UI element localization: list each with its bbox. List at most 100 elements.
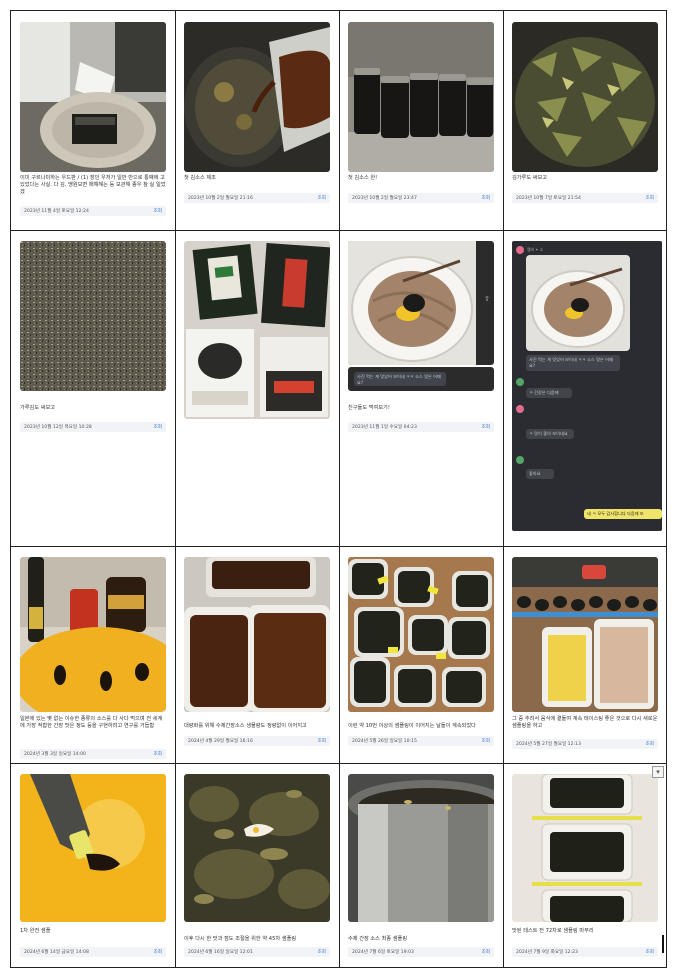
card-9[interactable]: 일본에 있는 몇 없는 이슈한 종류의 소스를 다 사다 먹으며 전 세계에 가… xyxy=(11,546,175,763)
date-text: 2024년 6월 14일 금요일 14:08 xyxy=(24,950,89,955)
scroll-indicator xyxy=(662,935,664,953)
card-13[interactable]: 1차 완전 샘플 2024년 6월 14일 금요일 14:08 조회 xyxy=(11,763,175,969)
date-bar: 2023년 10월 7일 토요일 21:54 조회 xyxy=(512,193,658,203)
date-bar: 2023년 10월 12일 목요일 10:28 조회 xyxy=(20,422,166,432)
card-16[interactable]: 맛된 테스트 전 72차로 샘플링 마무리 2024년 7월 9일 화요일 12… xyxy=(503,763,667,969)
date-text: 2023년 11월 4일 토요일 12:24 xyxy=(24,209,89,214)
photo-pouring-sauce xyxy=(184,22,330,172)
caption: 대량화를 위해 수제간장소스 생물량도 정량없이 이어지고 xyxy=(184,723,307,729)
view-link[interactable]: 조회 xyxy=(482,424,490,430)
date-text: 2024년 3월 3일 일요일 14:00 xyxy=(24,752,86,757)
date-text: 2023년 10월 7일 토요일 21:54 xyxy=(516,196,581,201)
date-bar: 2023년 10월 2일 월요일 21:16 조회 xyxy=(184,193,330,203)
date-bar: 2024년 3월 3일 일요일 14:00 조회 xyxy=(20,749,166,759)
caption: 친구들도 먹여보기! xyxy=(348,405,390,411)
photo-sample-tubs xyxy=(348,557,494,712)
date-bar: 2024년 6월 16일 일요일 12:01 조회 xyxy=(184,947,330,957)
view-link[interactable]: 조회 xyxy=(154,424,162,430)
card-1[interactable]: 이미 구르나미하는 우드판 / (1) 장인 우저가 일반 반으로 통째에 고 … xyxy=(11,11,175,230)
photo-seaweed-flakes xyxy=(512,22,658,172)
date-bar: 2024년 5월 27일 월요일 12:13 조회 xyxy=(512,739,658,749)
date-text: 2024년 4월 29일 월요일 16:16 xyxy=(188,739,253,744)
chat-bubble: 사진 먹는 게 맛있어 보이네 ㅋㅋ 소스 맛은 어때요? xyxy=(526,355,620,371)
avatar xyxy=(516,456,524,464)
date-text: 2024년 5월 27일 월요일 12:13 xyxy=(516,742,581,747)
my-chat-bubble: 네 ㅋ 모두 감사합니다 다음에 또 xyxy=(584,509,662,519)
view-link[interactable]: 조회 xyxy=(482,949,490,955)
date-bar: 2023년 10월 2일 월요일 23:47 조회 xyxy=(348,193,494,203)
card-7[interactable]: ⇧ 사진 먹는 게 맛있어 보이네 ㅋㅋ 소스 맛은 어때요? 친구들도 먹여보… xyxy=(339,230,503,546)
date-text: 2024년 7월 6일 토요일 19:03 xyxy=(352,950,414,955)
caption: 맛된 테스트 전 72차로 샘플링 마무리 xyxy=(512,928,594,934)
photo-sauce-jars xyxy=(348,22,494,172)
card-2[interactable]: 첫 김소스 제조 2023년 10월 2일 월요일 21:16 조회 xyxy=(175,11,339,230)
card-10[interactable]: 대량화를 위해 수제간장소스 생물량도 정량없이 이어지고 2024년 4월 2… xyxy=(175,546,339,763)
date-bar: 2024년 7월 9일 화요일 12:23 조회 xyxy=(512,947,658,957)
card-14[interactable]: 이후 다시 한 맛과 점도 조절을 위한 약 45차 샘플링 2024년 6월 … xyxy=(175,763,339,969)
caption: 그 중 추려서 음식에 곁들여 계속 테이스팅 좋은 것으로 다시 새로운 샘플… xyxy=(512,716,658,729)
date-text: 2024년 7월 9일 화요일 12:23 xyxy=(516,950,578,955)
comment-strip: 사진 먹는 게 맛있어 보이네 ㅋㅋ 소스 맛은 어때요? xyxy=(348,367,494,391)
view-link[interactable]: 조회 xyxy=(318,738,326,744)
caption: 첫 김소스 제조 xyxy=(184,175,216,181)
view-link[interactable]: 조회 xyxy=(646,741,654,747)
card-6[interactable] xyxy=(175,230,339,546)
photo-tasting-table xyxy=(512,557,658,712)
card-12[interactable]: 그 중 추려서 음식에 곁들여 계속 테이스팅 좋은 것으로 다시 새로운 샘플… xyxy=(503,546,667,763)
card-15[interactable]: 수제 간장 소스 최종 샘플링 2024년 7월 6일 토요일 19:03 조회 xyxy=(339,763,503,969)
date-bar: 2024년 6월 14일 금요일 14:08 조회 xyxy=(20,947,166,957)
date-text: 2023년 10월 12일 목요일 10:28 xyxy=(24,425,92,430)
comment-bubble: 사진 먹는 게 맛있어 보이네 ㅋㅋ 소스 맛은 어때요? xyxy=(354,372,446,386)
avatar xyxy=(516,405,524,413)
avatar xyxy=(516,378,524,386)
date-bar: 2024년 7월 6일 토요일 19:03 조회 xyxy=(348,947,494,957)
photo-final-samples xyxy=(512,774,658,922)
view-link[interactable]: 조회 xyxy=(646,949,654,955)
date-text: 2023년 10월 2일 월요일 21:16 xyxy=(188,196,253,201)
photo-grid: 이미 구르나미하는 우드판 / (1) 장인 우저가 일반 반으로 통째에 고 … xyxy=(10,10,667,968)
caption: 이런 약 10번 이상의 샘플링이 이어지는 날들이 계속되었다 xyxy=(348,723,476,729)
caption: 첫 김소스 완! xyxy=(348,175,378,181)
photo-sauce-tasting xyxy=(20,557,166,712)
view-link[interactable]: 조회 xyxy=(154,751,162,757)
date-bar: 2023년 11월 1일 수요일 04:23 조회 xyxy=(348,422,494,432)
caption: 가루김도 써보고 xyxy=(20,405,56,411)
view-link[interactable]: 조회 xyxy=(482,738,490,744)
date-bar: 2024년 5월 26일 일요일 10:15 조회 xyxy=(348,736,494,746)
card-8[interactable]: 멤버 ✦ 소 사진 먹는 게 맛있어 보이네 ㅋㅋ 소스 맛은 어때요? ㅋ 간… xyxy=(503,230,667,546)
card-11[interactable]: 이런 약 10번 이상의 샘플링이 이어지는 날들이 계속되었다 2024년 5… xyxy=(339,546,503,763)
view-link[interactable]: 조회 xyxy=(646,195,654,201)
photo-sample-closeup xyxy=(184,774,330,922)
card-5[interactable]: 가루김도 써보고 2023년 10월 12일 목요일 10:28 조회 xyxy=(11,230,175,546)
photo-seaweed-bowl xyxy=(20,22,166,172)
view-link[interactable]: 조회 xyxy=(318,195,326,201)
chat-photo xyxy=(526,255,630,351)
chat-bubble: ㅋ 맛이 좋아 보이네요 xyxy=(526,429,574,439)
view-link[interactable]: 조회 xyxy=(482,195,490,201)
caption: 일본에 있는 몇 없는 이슈한 종류의 소스를 다 사다 먹으며 전 세계에 가… xyxy=(20,716,163,729)
chevron-down-icon[interactable]: ▾ xyxy=(652,766,664,778)
view-link[interactable]: 조회 xyxy=(318,949,326,955)
chat-bubble: 좋아요 xyxy=(526,469,554,479)
photo-noodle-plate: ⇧ xyxy=(348,241,494,365)
date-text: 2023년 10월 2일 월요일 23:47 xyxy=(352,196,417,201)
date-bar: 2023년 11월 4일 토요일 12:24 조회 xyxy=(20,206,166,216)
date-text: 2024년 6월 16일 일요일 12:01 xyxy=(188,950,253,955)
photo-steel-pot xyxy=(348,774,494,922)
photo-first-sample xyxy=(20,774,166,922)
svg-text:⇧: ⇧ xyxy=(484,295,490,303)
date-text: 2023년 11월 1일 수요일 04:23 xyxy=(352,425,417,430)
photo-seaweed-packages xyxy=(184,241,330,419)
chat-screenshot: 멤버 ✦ 소 사진 먹는 게 맛있어 보이네 ㅋㅋ 소스 맛은 어때요? ㅋ 간… xyxy=(512,241,662,531)
caption: 이후 다시 한 맛과 점도 조절을 위한 약 45차 샘플링 xyxy=(184,936,297,942)
view-link[interactable]: 조회 xyxy=(154,208,162,214)
card-4[interactable]: 김가루도 써보고 2023년 10월 7일 토요일 21:54 조회 xyxy=(503,11,667,230)
photo-sauce-containers xyxy=(184,557,330,712)
avatar xyxy=(516,246,524,254)
caption: 수제 간장 소스 최종 샘플링 xyxy=(348,936,408,942)
view-link[interactable]: 조회 xyxy=(154,949,162,955)
date-bar: 2024년 4월 29일 월요일 16:16 조회 xyxy=(184,736,330,746)
chat-bubble: ㅋ 간장은 다음에 xyxy=(526,388,572,398)
card-3[interactable]: 첫 김소스 완! 2023년 10월 2일 월요일 23:47 조회 xyxy=(339,11,503,230)
date-text: 2024년 5월 26일 일요일 10:15 xyxy=(352,739,417,744)
